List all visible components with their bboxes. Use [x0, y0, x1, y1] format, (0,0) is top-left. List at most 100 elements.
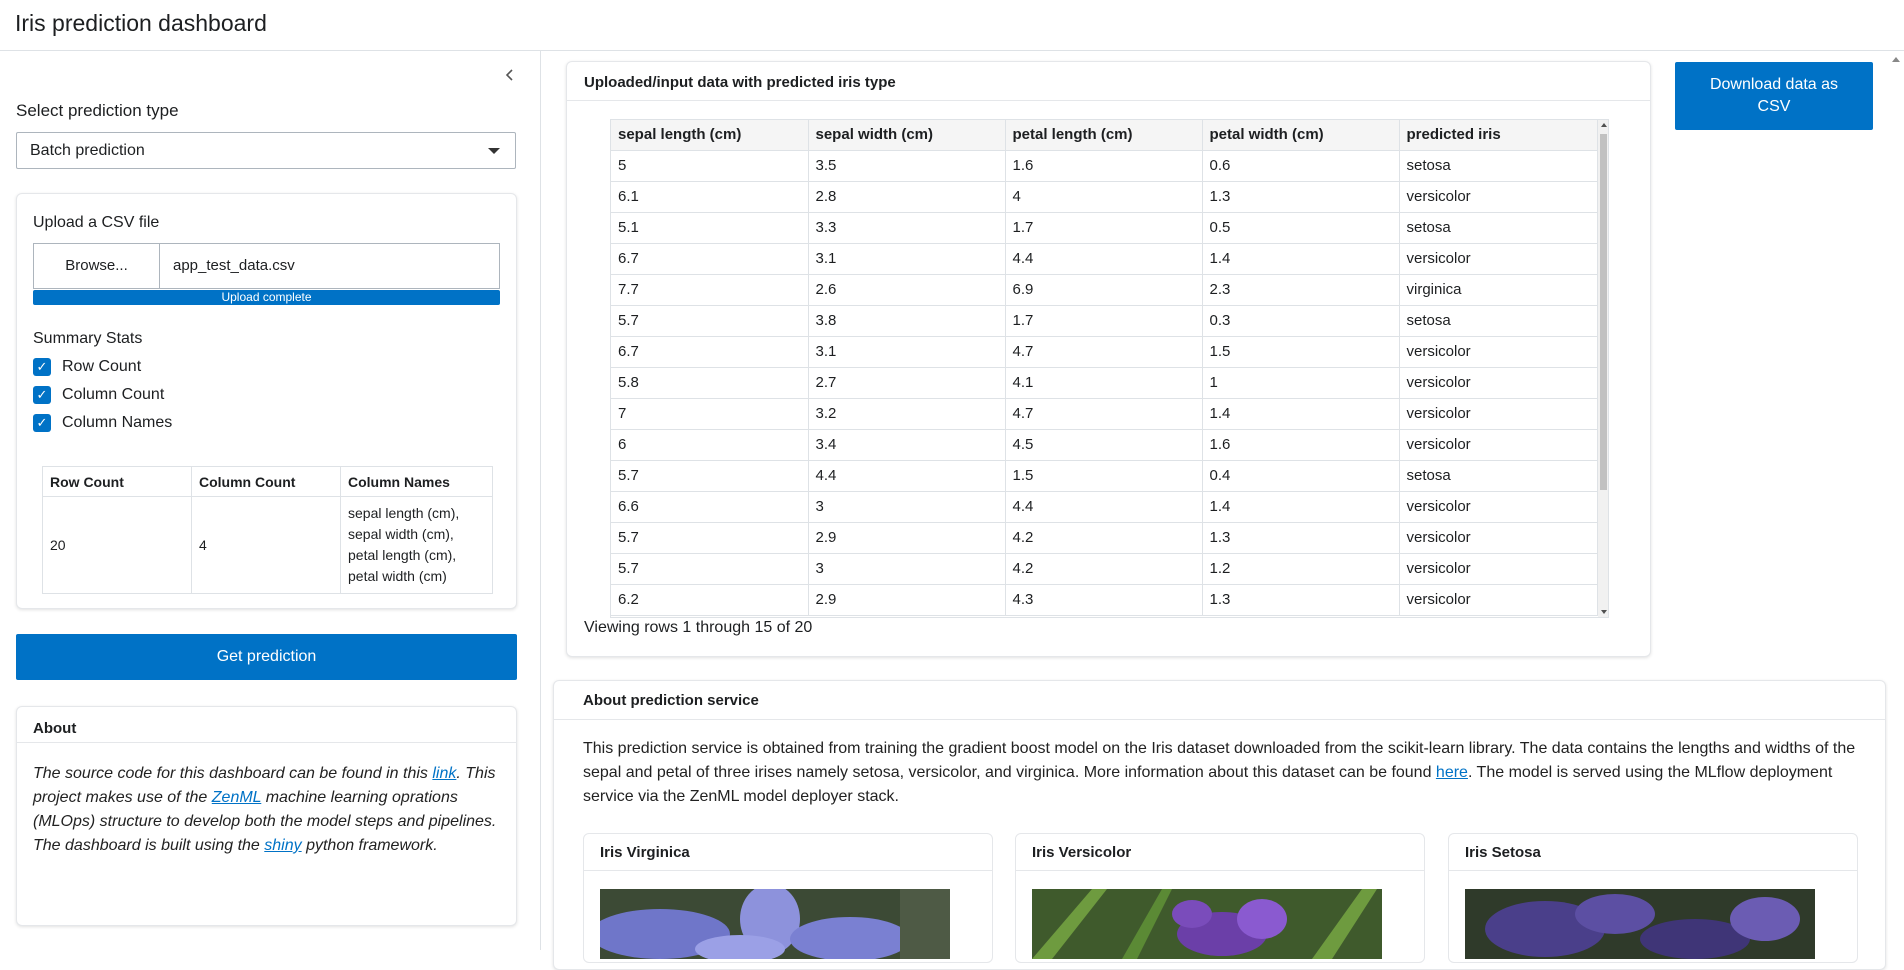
- table-cell: 1.2: [1202, 553, 1400, 585]
- table-cell: 4.7: [1005, 336, 1203, 368]
- table-cell: versicolor: [1399, 491, 1598, 523]
- page-scrollbar[interactable]: [1888, 51, 1904, 950]
- table-cell: 5: [611, 150, 809, 182]
- summary-stats-label: Summary Stats: [33, 330, 143, 347]
- data-grid[interactable]: sepal length (cm) sepal width (cm) petal…: [610, 119, 1609, 618]
- file-name-field[interactable]: app_test_data.csv: [159, 243, 500, 289]
- table-cell: 5.7: [611, 553, 809, 585]
- table-cell: setosa: [1399, 305, 1598, 337]
- table-cell: 0.4: [1202, 460, 1400, 492]
- table-cell: 4.4: [1005, 491, 1203, 523]
- table-cell: versicolor: [1399, 398, 1598, 430]
- grid-header[interactable]: sepal length (cm): [611, 120, 809, 151]
- stats-header-column-names: Column Names: [340, 466, 493, 497]
- table-cell: 5.8: [611, 367, 809, 399]
- table-cell: 0.3: [1202, 305, 1400, 337]
- table-cell: 1.5: [1005, 460, 1203, 492]
- table-cell: 1.3: [1202, 522, 1400, 554]
- checkbox-label: Column Count: [62, 386, 165, 403]
- iris-virginica-card: Iris Virginica: [583, 833, 993, 963]
- table-row: 5.7 4.4 1.5 0.4 setosa: [611, 460, 1598, 492]
- table-cell: setosa: [1399, 460, 1598, 492]
- table-cell: 4.5: [1005, 429, 1203, 461]
- table-cell: 3: [808, 553, 1006, 585]
- table-cell: 4.7: [1005, 398, 1203, 430]
- caret-down-icon: [488, 148, 500, 154]
- collapse-sidebar-button[interactable]: [500, 65, 520, 85]
- table-cell: 7: [611, 398, 809, 430]
- scroll-up-icon[interactable]: [1601, 123, 1607, 127]
- table-cell: 4.2: [1005, 522, 1203, 554]
- grid-header[interactable]: petal width (cm): [1202, 120, 1400, 151]
- upload-progress-bar: Upload complete: [33, 290, 500, 305]
- predicted-data-card: Uploaded/input data with predicted iris …: [566, 61, 1651, 657]
- shiny-link[interactable]: shiny: [264, 837, 301, 854]
- browse-button[interactable]: Browse...: [33, 243, 160, 289]
- checkmark-icon: ✓: [33, 386, 51, 404]
- table-cell: 6.9: [1005, 274, 1203, 306]
- iris-card-title: Iris Versicolor: [1032, 844, 1132, 861]
- stats-row-count-value: 20: [42, 496, 192, 594]
- table-cell: 6.2: [611, 584, 809, 616]
- grid-scroll-thumb[interactable]: [1600, 134, 1607, 490]
- table-cell: virginica: [1399, 274, 1598, 306]
- download-csv-button[interactable]: Download data as CSV: [1675, 62, 1873, 130]
- about-service-text: This prediction service is obtained from…: [583, 740, 1856, 805]
- about-card: About The source code for this dashboard…: [16, 706, 517, 926]
- table-cell: 1.7: [1005, 212, 1203, 244]
- table-cell: versicolor: [1399, 181, 1598, 213]
- grid-header[interactable]: petal length (cm): [1005, 120, 1203, 151]
- stats-column-names-value: sepal length (cm), sepal width (cm), pet…: [340, 496, 493, 594]
- table-cell: 4.2: [1005, 553, 1203, 585]
- table-cell: setosa: [1399, 212, 1598, 244]
- table-cell: 6.7: [611, 336, 809, 368]
- table-cell: 0.5: [1202, 212, 1400, 244]
- table-cell: versicolor: [1399, 584, 1598, 616]
- table-cell: versicolor: [1399, 336, 1598, 368]
- checkmark-icon: ✓: [33, 358, 51, 376]
- table-cell: versicolor: [1399, 522, 1598, 554]
- table-cell: 2.7: [808, 367, 1006, 399]
- column-name: petal length (cm),: [348, 547, 457, 563]
- table-cell: 1.6: [1005, 150, 1203, 182]
- table-cell: 1.4: [1202, 398, 1400, 430]
- zenml-link[interactable]: ZenML: [212, 789, 262, 806]
- table-cell: 6.1: [611, 181, 809, 213]
- grid-header[interactable]: predicted iris: [1399, 120, 1598, 151]
- scroll-down-icon[interactable]: [1601, 610, 1607, 614]
- table-cell: 1: [1202, 367, 1400, 399]
- table-cell: 5.1: [611, 212, 809, 244]
- table-cell: 3.1: [808, 243, 1006, 275]
- scroll-up-icon[interactable]: [1892, 57, 1900, 62]
- checkmark-icon: ✓: [33, 414, 51, 432]
- table-cell: 1.3: [1202, 181, 1400, 213]
- prediction-type-select[interactable]: Batch prediction: [16, 132, 516, 169]
- table-cell: versicolor: [1399, 553, 1598, 585]
- table-cell: 1.4: [1202, 243, 1400, 275]
- table-row: 6.7 3.1 4.7 1.5 versicolor: [611, 336, 1598, 368]
- table-row: 7 3.2 4.7 1.4 versicolor: [611, 398, 1598, 430]
- table-row: 5.8 2.7 4.1 1 versicolor: [611, 367, 1598, 399]
- grid-scrollbar[interactable]: [1598, 120, 1608, 617]
- column-name: petal width (cm): [348, 568, 447, 584]
- source-code-link[interactable]: link: [432, 765, 456, 782]
- table-row: 5 3.5 1.6 0.6 setosa: [611, 150, 1598, 182]
- table-cell: 1.5: [1202, 336, 1400, 368]
- dataset-info-link[interactable]: here: [1436, 764, 1468, 781]
- stats-header-row-count: Row Count: [42, 466, 192, 497]
- predicted-data-title: Uploaded/input data with predicted iris …: [584, 74, 896, 91]
- table-cell: versicolor: [1399, 367, 1598, 399]
- grid-header[interactable]: sepal width (cm): [808, 120, 1006, 151]
- table-cell: 3.5: [808, 150, 1006, 182]
- get-prediction-button[interactable]: Get prediction: [16, 634, 517, 680]
- table-row: 6.2 2.9 4.3 1.3 versicolor: [611, 584, 1598, 616]
- checkbox-label: Row Count: [62, 358, 142, 375]
- table-cell: 4.4: [1005, 243, 1203, 275]
- column-name: sepal length (cm),: [348, 505, 460, 521]
- table-cell: 7.7: [611, 274, 809, 306]
- table-row: 6.7 3.1 4.4 1.4 versicolor: [611, 243, 1598, 275]
- table-cell: 3: [808, 491, 1006, 523]
- table-cell: 3.8: [808, 305, 1006, 337]
- table-cell: versicolor: [1399, 243, 1598, 275]
- table-cell: 2.8: [808, 181, 1006, 213]
